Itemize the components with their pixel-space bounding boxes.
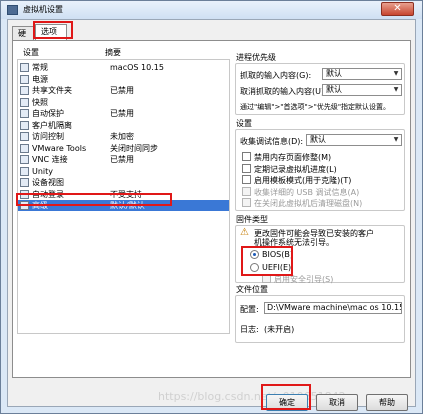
isolation-icon [20,120,29,130]
vmware-tools-icon [20,143,29,153]
settings-list-row[interactable]: 自动保护 已禁用 [18,108,229,119]
settings-list-row[interactable]: 电源 [18,74,229,85]
row-name: 快照 [32,97,48,107]
debug-select[interactable]: 默认 ▼ [306,134,402,146]
debug-label: 收集调试信息(D): [240,137,304,146]
settings-option-label: 禁用内存页面修整(M) [254,153,332,162]
row-summary: 未加密 [110,132,134,141]
settings-list-row[interactable]: 设备视图 [18,177,229,188]
grab-label: 抓取的输入内容(G): [240,71,312,80]
tab-hardware[interactable]: 硬件 [12,26,34,49]
row-name: Unity [32,166,54,176]
settings-group: 设置 收集调试信息(D): 默认 ▼ 禁用内存页面修整(M) 定期记录虚拟机进度(… [234,118,405,211]
process-priority-group: 进程优先级 抓取的输入内容(G): 默认 ▼ 取消抓取的输入内容(U): 默认 … [234,52,405,115]
vm-settings-window: 虚拟机设置 ✕ 硬件 选项 设置 摘要 常规macOS 10.15电源共享文件夹… [0,0,423,414]
firmware-warning: 更改固件可能会导致已安装的客户机操作系统无法引导。 [254,229,374,247]
window-title: 虚拟机设置 [23,5,63,14]
settings-option-checkbox[interactable] [242,175,251,184]
row-summary: 已禁用 [110,155,134,164]
settings-option-label: 在关闭此虚拟机后清理磁盘(N) [254,199,363,208]
access-control-icon [20,132,29,141]
device-view-icon [20,178,29,187]
column-summary: 摘要 [105,48,121,57]
ungrab-label: 取消抓取的输入内容(U): [240,87,327,96]
highlight-advanced-row [16,193,172,206]
settings-option-label: 收集详细的 USB 调试信息(A) [254,187,360,197]
settings-option-checkbox[interactable] [242,163,251,173]
log-label: 日志: [240,325,259,334]
row-name: 电源 [32,74,48,84]
row-name: VNC 连接 [32,155,68,164]
ungrab-select[interactable]: 默认 ▼ [322,84,402,96]
settings-title: 设置 [234,118,254,129]
firmware-title: 固件类型 [234,214,270,225]
column-setting: 设置 [23,48,39,57]
row-name: 客户机隔离 [32,120,72,130]
grab-value: 默认 [326,69,342,78]
log-value: (未开启) [264,325,295,334]
settings-list-row[interactable]: 常规 macOS 10.15 [18,62,229,73]
chevron-down-icon: ▼ [393,136,399,143]
cancel-button[interactable]: 取消 [316,394,358,411]
highlight-options-tab [33,21,73,39]
settings-list-row[interactable]: VMware Tools 关闭时间同步 [18,143,229,154]
settings-list-row[interactable]: 共享文件夹 已禁用 [18,85,229,96]
settings-list-row[interactable]: Unity [18,166,229,177]
title-bar: 虚拟机设置 ✕ [1,1,422,19]
snapshot-icon [20,97,29,107]
settings-option-checkbox[interactable] [242,198,251,207]
chevron-down-icon: ▼ [393,70,399,77]
row-summary: 关闭时间同步 [110,143,158,153]
row-summary: macOS 10.15 [110,63,164,72]
row-name: 共享文件夹 [32,86,72,95]
settings-list-row[interactable]: 快照 [18,97,229,108]
file-location-group: 文件位置 配置: D:\VMware machine\mac os 10.15.… [234,284,405,343]
vm-icon [20,63,29,72]
debug-value: 默认 [310,135,326,144]
file-location-title: 文件位置 [234,284,270,295]
process-priority-title: 进程优先级 [234,52,278,63]
row-summary: 已禁用 [110,86,134,95]
config-label: 配置: [240,305,259,314]
settings-list-row[interactable]: 访问控制 未加密 [18,131,229,142]
options-panel: 设置 摘要 常规 macOS 10.15 电源 共享文件夹 已禁用 快照 自动保护 已禁用 客户… [12,40,411,378]
settings-list-row[interactable]: VNC 连接 已禁用 [18,154,229,165]
row-name: 常规 [32,63,48,72]
help-button[interactable]: 帮助 [366,394,408,411]
warning-icon: ⚠ [240,227,249,238]
settings-list-header: 设置 摘要 [17,45,230,59]
close-button[interactable]: ✕ [381,2,414,16]
unity-icon [20,166,29,176]
ungrab-value: 默认 [326,85,342,94]
row-name: 访问控制 [32,132,64,141]
vnc-icon [20,155,29,164]
highlight-ok-button [261,384,311,410]
highlight-bios-uefi [241,246,293,276]
grab-select[interactable]: 默认 ▼ [322,68,402,80]
dialog-body: 硬件 选项 设置 摘要 常规macOS 10.15电源共享文件夹已禁用快照自动保… [7,19,416,411]
settings-option-label: 定期记录虚拟机进度(L) [254,164,337,174]
row-name: VMware Tools [32,143,87,153]
shared-folder-icon [20,86,29,95]
row-name: 自动保护 [32,109,64,118]
chevron-down-icon: ▼ [393,86,399,93]
row-name: 设备视图 [32,178,64,187]
row-summary: 已禁用 [110,109,134,118]
priority-note: 通过"编辑">"首选项">"优先级"指定默认设置。 [240,103,391,111]
settings-list-row[interactable]: 客户机隔离 [18,120,229,131]
settings-option-checkbox[interactable] [242,152,251,161]
autoprotect-icon [20,109,29,118]
settings-option-checkbox[interactable] [242,186,251,196]
config-path-field[interactable]: D:\VMware machine\mac os 10.15.4\macOS [264,302,402,314]
vmware-app-icon [7,5,18,15]
power-icon [20,74,29,84]
settings-option-label: 启用模板模式(用于克隆)(T) [254,176,352,185]
